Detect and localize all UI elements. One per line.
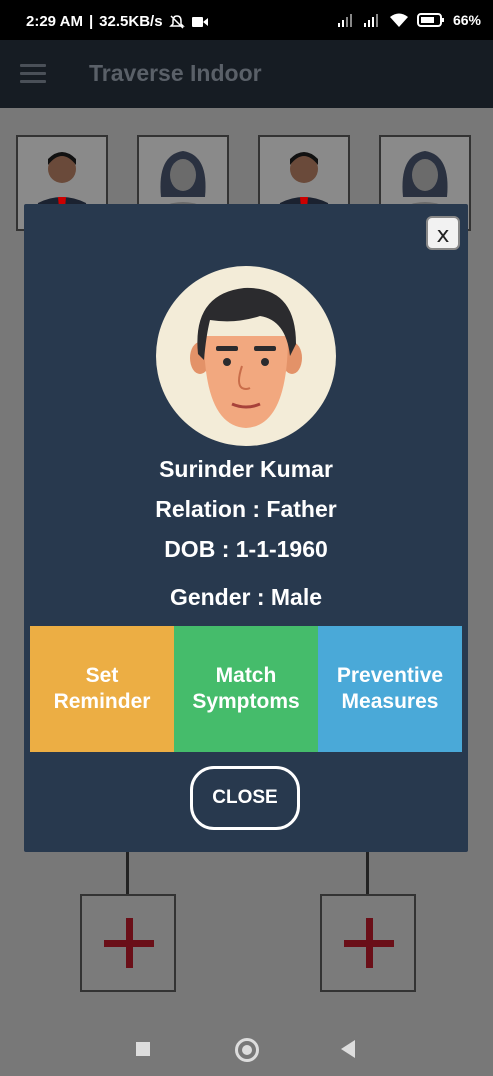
- member-name: Surinder Kumar: [159, 456, 333, 482]
- status-left: 2:29 AM | 32.5KB/s: [26, 13, 209, 30]
- tree-connector-2: [366, 852, 369, 894]
- tree-connector: [126, 852, 129, 894]
- video-icon: [191, 16, 208, 27]
- match-symptoms-button[interactable]: Match Symptoms: [174, 626, 318, 752]
- add-member-button[interactable]: [80, 894, 176, 992]
- navigation-bar: [0, 1016, 493, 1076]
- recents-icon[interactable]: [136, 1042, 150, 1056]
- signal-icon: [337, 14, 352, 27]
- member-detail-dialog: x Surinder Kumar Relation : Father DOB :…: [24, 204, 468, 852]
- back-icon[interactable]: [341, 1040, 355, 1058]
- battery-percent: 66%: [452, 12, 481, 28]
- member-avatar: [156, 266, 336, 446]
- match-symptoms-label-1: Match: [215, 664, 277, 687]
- status-right: 66%: [337, 12, 481, 28]
- home-icon[interactable]: [235, 1038, 259, 1062]
- wifi-icon: [389, 13, 408, 27]
- preventive-measures-label-2: Measures: [341, 690, 439, 713]
- status-network-speed: 32.5KB/s: [99, 13, 163, 30]
- battery-icon: [416, 13, 444, 27]
- status-bar: 2:29 AM | 32.5KB/s 66%: [0, 0, 493, 40]
- app-bar: Traverse Indoor: [0, 40, 493, 108]
- mute-icon: [168, 14, 185, 29]
- match-symptoms-label-2: Symptoms: [192, 690, 300, 713]
- set-reminder-button[interactable]: Set Reminder: [30, 626, 174, 752]
- set-reminder-label-1: Set: [85, 664, 119, 687]
- member-relation: Relation : Father: [155, 496, 337, 522]
- close-button[interactable]: CLOSE: [190, 766, 300, 830]
- action-buttons: Set Reminder Match Symptoms Preventive M…: [30, 626, 462, 752]
- add-member-button-2[interactable]: [320, 894, 416, 992]
- member-gender: Gender : Male: [169, 584, 323, 610]
- app-title: Traverse Indoor: [89, 60, 262, 86]
- close-icon[interactable]: x: [426, 216, 460, 250]
- status-separator: |: [88, 13, 94, 30]
- preventive-measures-label-1: Preventive: [336, 664, 444, 687]
- set-reminder-label-2: Reminder: [53, 690, 151, 713]
- signal-icon-2: [363, 14, 378, 27]
- status-time: 2:29 AM: [26, 13, 83, 30]
- preventive-measures-button[interactable]: Preventive Measures: [318, 626, 462, 752]
- member-dob: DOB : 1-1-1960: [164, 536, 328, 562]
- menu-icon[interactable]: [20, 64, 46, 84]
